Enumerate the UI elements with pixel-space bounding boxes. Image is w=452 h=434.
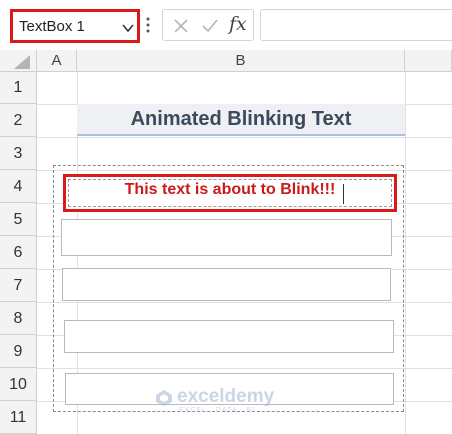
- formula-input[interactable]: [260, 9, 452, 41]
- enter-icon[interactable]: [201, 18, 219, 34]
- column-header-c[interactable]: [405, 50, 452, 72]
- name-box[interactable]: TextBox 1: [10, 9, 140, 43]
- row-header-1[interactable]: 1: [0, 72, 37, 104]
- chevron-down-icon[interactable]: [121, 21, 135, 35]
- row-header-9[interactable]: 9: [0, 335, 37, 368]
- column-header-b[interactable]: B: [77, 50, 405, 72]
- formula-controls: fx: [162, 9, 254, 41]
- title-cell[interactable]: Animated Blinking Text: [77, 104, 405, 136]
- cancel-icon[interactable]: [173, 18, 189, 34]
- row-header-7[interactable]: 7: [0, 269, 37, 302]
- textbox-2[interactable]: [61, 219, 392, 256]
- row-header-5[interactable]: 5: [0, 203, 37, 236]
- text-cursor: [343, 184, 344, 204]
- watermark: exceldemy EXCEL · DATA · BI: [155, 386, 305, 416]
- blinking-text[interactable]: This text is about to Blink!!!: [66, 181, 394, 199]
- fx-icon[interactable]: fx: [229, 13, 247, 35]
- row-header-6[interactable]: 6: [0, 236, 37, 269]
- textbox-1[interactable]: This text is about to Blink!!!: [63, 174, 397, 212]
- textbox-3[interactable]: [62, 268, 391, 301]
- exceldemy-logo-icon: [156, 390, 172, 406]
- more-options-icon[interactable]: [146, 16, 150, 34]
- select-all-icon: [14, 55, 30, 69]
- row-header-11[interactable]: 11: [0, 401, 37, 434]
- textbox-4[interactable]: [64, 320, 394, 353]
- row-header-8[interactable]: 8: [0, 302, 37, 335]
- column-header-a[interactable]: A: [37, 50, 77, 72]
- column-gridline: [405, 72, 406, 434]
- row-gridline: [37, 137, 452, 138]
- row-header-3[interactable]: 3: [0, 137, 37, 170]
- name-box-value: TextBox 1: [19, 18, 85, 35]
- select-all-button[interactable]: [0, 50, 37, 72]
- row-header-4[interactable]: 4: [0, 170, 37, 203]
- formula-bar: TextBox 1 fx: [0, 0, 452, 52]
- row-header-2[interactable]: 2: [0, 104, 37, 137]
- row-header-10[interactable]: 10: [0, 368, 37, 401]
- watermark-name: exceldemy: [177, 386, 275, 407]
- watermark-tagline: EXCEL · DATA · BI: [179, 407, 255, 414]
